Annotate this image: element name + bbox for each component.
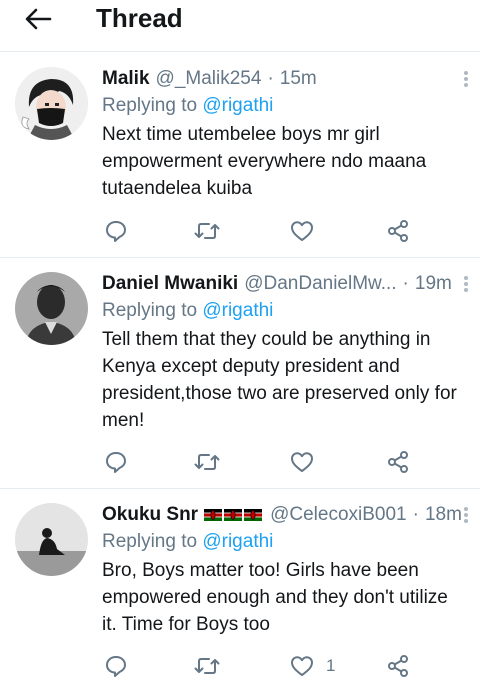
retweet-button[interactable] [194,652,220,680]
retweet-icon [194,223,220,239]
author-name[interactable]: Malik [102,65,150,93]
heart-icon [291,656,313,676]
more-options-button[interactable] [460,272,472,296]
tweet-actions: 1 [102,652,422,680]
avatar-image [15,503,88,576]
retweet-button[interactable] [194,217,220,245]
reply-button[interactable] [104,448,128,476]
more-vertical-icon [464,71,468,75]
share-button[interactable] [386,448,410,476]
kenya-flag-icon [244,509,263,521]
reply-button[interactable] [104,217,128,245]
reply-icon [106,656,126,677]
more-options-button[interactable] [460,67,472,91]
name-emoji [204,509,264,521]
tweet-text: Bro, Boys matter too! Girls have been em… [102,560,448,635]
meta-separator: · [402,273,409,294]
replying-to: Replying to @rigathi [102,298,466,324]
meta-separator: · [267,68,274,89]
tweet-meta: Daniel Mwaniki @DanDanielMw... · 19m [102,270,466,298]
replying-to: Replying to @rigathi [102,529,466,555]
more-vertical-icon [464,507,468,511]
author-handle[interactable]: @_Malik254 [156,65,262,93]
author-handle[interactable]: @DanDanielMw... [244,270,396,298]
share-icon [388,220,408,242]
tweet-actions [102,217,422,245]
tweet-text: Tell them that they could be anything in… [102,329,457,431]
tweet-item[interactable]: Daniel Mwaniki @DanDanielMw... · 19m Rep… [0,258,480,489]
replying-mention[interactable]: @rigathi [202,300,273,321]
reply-icon [106,452,126,473]
app-header: Thread [0,0,480,52]
retweet-button[interactable] [194,448,220,476]
share-icon [388,655,408,677]
meta-separator: · [412,504,419,525]
retweet-icon [194,454,220,470]
share-icon [388,451,408,473]
replying-prefix: Replying to [102,531,198,552]
tweet-time: 15m [279,68,317,89]
avatar[interactable] [15,67,88,140]
avatar[interactable] [15,272,88,345]
author-handle[interactable]: @CelecoxiB001 [270,501,407,529]
tweet-meta: Okuku Snr @CelecoxiB001 · 18m [102,501,466,529]
tweet-actions [102,448,422,476]
tweet-time: 19m [414,273,452,294]
share-button[interactable] [386,217,410,245]
replying-prefix: Replying to [102,95,198,116]
more-options-button[interactable] [460,503,472,527]
tweet-text: Next time utembelee boys mr girl empower… [102,124,427,199]
retweet-icon [194,658,220,674]
more-vertical-icon [464,276,468,280]
share-button[interactable] [386,652,410,680]
like-count: 1 [326,656,336,675]
like-button[interactable] [290,448,326,476]
replying-prefix: Replying to [102,300,198,321]
arrow-left-icon [25,8,52,30]
replying-mention[interactable]: @rigathi [202,531,273,552]
tweet-item[interactable]: Malik @_Malik254 · 15m Replying to @riga… [0,53,480,258]
author-name[interactable]: Okuku Snr [102,501,198,529]
heart-icon [291,221,313,241]
author-name[interactable]: Daniel Mwaniki [102,270,238,298]
reply-icon [106,221,126,242]
replying-mention[interactable]: @rigathi [202,95,273,116]
tweet-item[interactable]: Okuku Snr @CelecoxiB001 · 18m Replying t… [0,489,480,689]
heart-icon [291,452,313,472]
back-button[interactable] [18,4,58,34]
like-button[interactable] [290,217,326,245]
like-button[interactable]: 1 [290,652,335,680]
avatar[interactable] [15,503,88,576]
replying-to: Replying to @rigathi [102,93,466,119]
kenya-flag-icon [204,509,223,521]
avatar-image [15,272,88,345]
tweet-meta: Malik @_Malik254 · 15m [102,65,466,93]
avatar-image [15,67,88,140]
tweet-time: 18m [424,504,462,525]
kenya-flag-icon [224,509,243,521]
reply-button[interactable] [104,652,128,680]
page-title: Thread [96,3,183,33]
